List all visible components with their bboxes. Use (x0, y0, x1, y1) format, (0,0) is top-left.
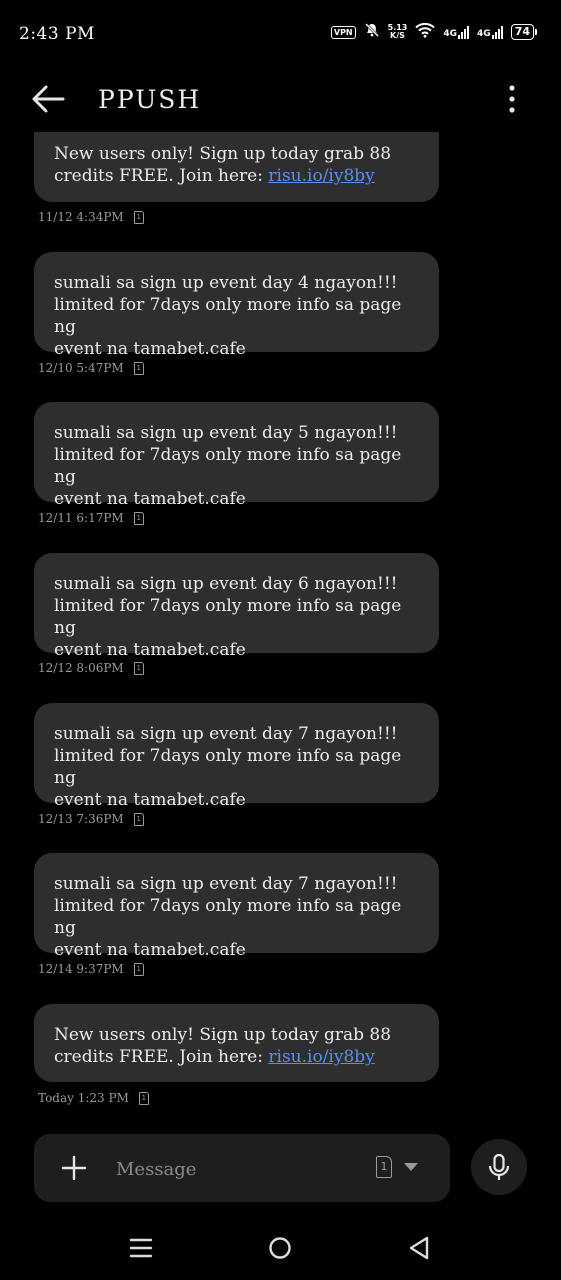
sim-card-icon: 1 (133, 812, 144, 826)
message-bubble[interactable]: New users only! Sign up today grab 88 cr… (34, 1004, 439, 1082)
message-meta: 12/12 8:06PM 1 (38, 661, 144, 675)
message-composer: 1 (34, 1134, 450, 1202)
sim-card-icon: 1 (133, 661, 144, 675)
message-timestamp: 11/12 4:34PM (38, 210, 124, 224)
message-input[interactable] (114, 1154, 358, 1184)
nav-recents-button[interactable] (128, 1235, 154, 1261)
message-text: limited for 7days only more info sa page… (54, 445, 402, 487)
message-timestamp: 12/10 5:47PM (38, 361, 124, 375)
message-text: New users only! Sign up today grab 88 (54, 1025, 392, 1045)
system-nav-bar (0, 1225, 561, 1280)
message-text: event na tamabet.cafe (54, 339, 246, 359)
sim-card-icon: 1 (133, 962, 144, 976)
sim-selector[interactable]: 1 (376, 1156, 418, 1178)
message-link[interactable]: risu.io/iy8by (268, 1047, 374, 1067)
message-bubble[interactable]: sumali sa sign up event day 5 ngayon!!! … (34, 402, 439, 509)
message-text: limited for 7days only more info sa page… (54, 896, 402, 938)
message-bubble[interactable]: sumali sa sign up event day 7 ngayon!!! … (34, 853, 439, 960)
message-text: New users only! Sign up today grab 88 (54, 144, 392, 164)
message-meta: 12/13 7:36PM 1 (38, 812, 144, 826)
sim-card-icon: 1 (376, 1156, 392, 1178)
message-text: event na tamabet.cafe (54, 790, 246, 810)
message-meta: Today 1:23 PM 1 (38, 1091, 149, 1105)
more-options-button[interactable] (507, 84, 517, 114)
message-text: event na tamabet.cafe (54, 489, 246, 509)
message-timestamp: 12/13 7:36PM (38, 812, 124, 826)
message-text: sumali sa sign up event day 7 ngayon!!! (54, 724, 398, 744)
mic-icon (488, 1153, 510, 1180)
home-circle-icon (269, 1237, 291, 1259)
message-timestamp: 12/14 9:37PM (38, 962, 124, 976)
message-text: event na tamabet.cafe (54, 940, 246, 960)
message-timestamp: Today 1:23 PM (38, 1091, 129, 1105)
voice-input-button[interactable] (471, 1139, 527, 1195)
message-text: sumali sa sign up event day 4 ngayon!!! (54, 273, 398, 293)
message-text: limited for 7days only more info sa page… (54, 596, 402, 638)
back-triangle-icon (409, 1236, 429, 1260)
menu-icon (129, 1238, 153, 1258)
attach-button[interactable] (60, 1154, 88, 1182)
chevron-down-icon (404, 1163, 418, 1171)
message-meta: 11/12 4:34PM 1 (38, 210, 144, 224)
message-bubble[interactable]: sumali sa sign up event day 7 ngayon!!! … (34, 703, 439, 810)
arrow-left-icon (32, 85, 65, 113)
sim-card-icon: 1 (133, 361, 144, 375)
back-button[interactable] (30, 84, 66, 114)
more-vert-icon (509, 85, 515, 113)
message-link[interactable]: risu.io/iy8by (268, 166, 374, 186)
plus-icon (61, 1155, 87, 1181)
message-text: limited for 7days only more info sa page… (54, 746, 402, 788)
message-timestamp: 12/11 6:17PM (38, 511, 124, 525)
nav-home-button[interactable] (267, 1235, 293, 1261)
message-thread[interactable]: New users only! Sign up today grab 88 cr… (0, 0, 561, 1125)
message-meta: 12/14 9:37PM 1 (38, 962, 144, 976)
message-text: credits FREE. Join here: (54, 1047, 269, 1067)
sim-card-icon: 1 (138, 1091, 149, 1105)
message-meta: 12/11 6:17PM 1 (38, 511, 144, 525)
message-text: sumali sa sign up event day 6 ngayon!!! (54, 574, 398, 594)
message-text: event na tamabet.cafe (54, 640, 246, 660)
message-meta: 12/10 5:47PM 1 (38, 361, 144, 375)
sim-card-icon: 1 (133, 210, 144, 224)
message-text: sumali sa sign up event day 7 ngayon!!! (54, 874, 398, 894)
message-bubble[interactable]: sumali sa sign up event day 6 ngayon!!! … (34, 553, 439, 660)
nav-back-button[interactable] (406, 1235, 432, 1261)
message-timestamp: 12/12 8:06PM (38, 661, 124, 675)
sim-card-icon: 1 (133, 511, 144, 525)
message-text: sumali sa sign up event day 5 ngayon!!! (54, 423, 398, 443)
message-text: limited for 7days only more info sa page… (54, 295, 402, 337)
app-header: PPUSH (0, 70, 561, 132)
conversation-title: PPUSH (98, 85, 202, 114)
message-text: credits FREE. Join here: (54, 166, 269, 186)
message-bubble[interactable]: sumali sa sign up event day 4 ngayon!!! … (34, 252, 439, 359)
